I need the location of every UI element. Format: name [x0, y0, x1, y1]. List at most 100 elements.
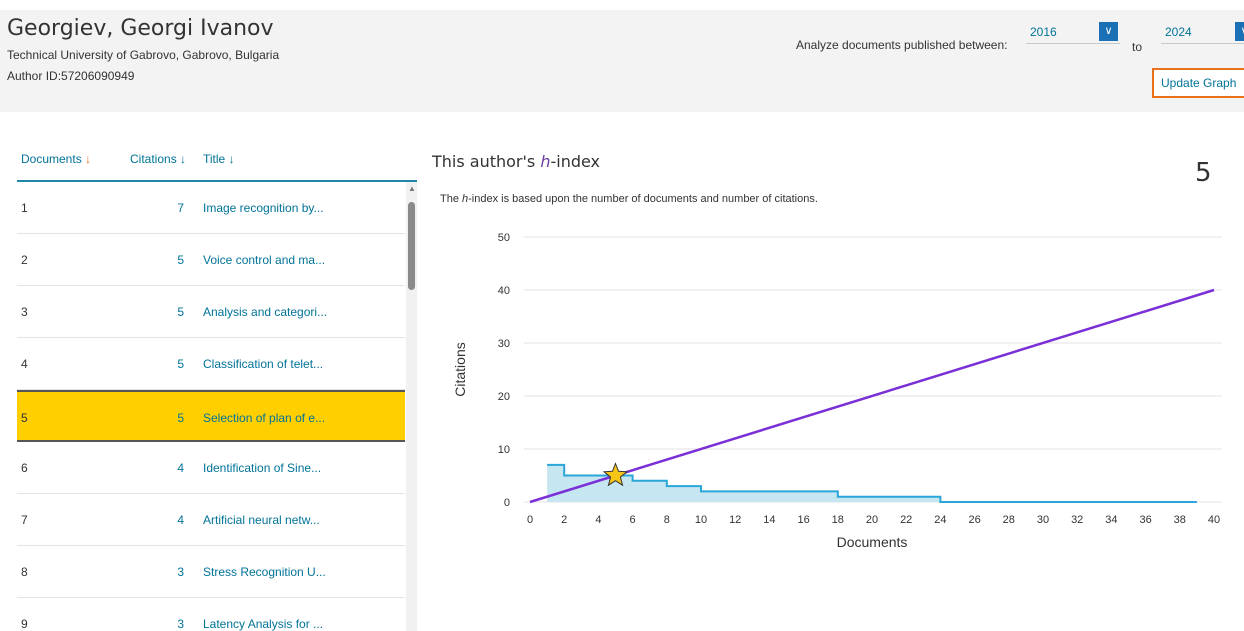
document-title-link[interactable]: Artificial neural netw... [203, 513, 320, 527]
h-index-title-suffix: -index [550, 152, 601, 171]
from-year-select[interactable]: 2016 ∨ [1026, 22, 1120, 44]
table-row[interactable]: 1 7 Image recognition by... [17, 182, 405, 234]
table-scrollbar[interactable]: ▲ ▼ [406, 182, 417, 631]
document-title-link[interactable]: Selection of plan of e... [203, 411, 325, 425]
desc-suffix: -index is based upon the number of docum… [468, 193, 818, 205]
x-tick-label: 16 [797, 514, 809, 526]
citation-count: 3 [177, 565, 184, 579]
x-tick-label: 24 [934, 514, 946, 526]
document-rank: 8 [21, 565, 28, 579]
analyze-range-label: Analyze documents published between: [796, 38, 1008, 52]
x-tick-label: 36 [1139, 514, 1151, 526]
h-index-description: The h-index is based upon the number of … [440, 193, 818, 205]
h-index-title-prefix: This author's [432, 152, 541, 171]
citation-count: 4 [177, 461, 184, 475]
x-tick-label: 38 [1174, 514, 1186, 526]
citations-header-label: Citations [130, 152, 177, 166]
document-rank: 3 [21, 305, 28, 319]
update-graph-button[interactable]: Update Graph [1152, 68, 1244, 98]
chevron-down-icon[interactable]: ∨ [1099, 22, 1118, 41]
table-row[interactable]: 2 5 Voice control and ma... [17, 234, 405, 286]
table-row[interactable]: 9 3 Latency Analysis for ... [17, 598, 405, 631]
table-rows: 9 3 Latency Analysis for ... 8 3 Stress Recog… [17, 182, 417, 631]
x-tick-label: 34 [1105, 514, 1117, 526]
author-name: Georgiev, Georgi Ivanov [7, 16, 274, 41]
to-label: to [1132, 40, 1143, 54]
y-tick-label: 20 [498, 391, 510, 403]
sort-down-arrow-icon: ↓ [85, 152, 92, 166]
sort-citations-header[interactable]: Citations ↓ [130, 152, 186, 166]
y-axis-label: Citations [452, 342, 468, 396]
table-row[interactable]: 4 5 Classification of telet... [17, 338, 405, 390]
citation-count: 5 [177, 253, 184, 267]
sort-down-arrow-icon: ↓ [180, 152, 187, 166]
sort-documents-header[interactable]: Documents ↓ [21, 152, 91, 166]
h-index-title: This author's h-index [432, 152, 600, 171]
h-index-title-h: h [540, 152, 551, 171]
y-tick-label: 30 [498, 338, 510, 350]
x-tick-label: 0 [527, 514, 533, 526]
document-title-link[interactable]: Identification of Sine... [203, 461, 321, 475]
sort-down-arrow-icon: ↓ [228, 152, 235, 166]
author-affiliation: Technical University of Gabrovo, Gabrovo… [7, 48, 280, 62]
document-title-link[interactable]: Image recognition by... [203, 201, 324, 215]
document-title-link[interactable]: Analysis and categori... [203, 305, 327, 319]
h-index-value: 5 [1195, 158, 1212, 188]
h-index-chart: 010203040500 2 4 6 8 10 12 14 16 18 20 22 24 26 28 30 32… [452, 232, 1222, 550]
document-title-link[interactable]: Classification of telet... [203, 357, 323, 371]
x-tick-label: 26 [968, 514, 980, 526]
documents-table: Documents ↓ Citations ↓ Title ↓ 9 3 Latenc… [17, 140, 417, 631]
x-tick-label: 20 [866, 514, 878, 526]
desc-prefix: The [440, 193, 463, 205]
x-axis-label: Documents [837, 534, 908, 550]
x-tick-label: 8 [664, 514, 670, 526]
document-rank: 6 [21, 461, 28, 475]
table-row[interactable]: 3 5 Analysis and categori... [17, 286, 405, 338]
document-title-link[interactable]: Voice control and ma... [203, 253, 325, 267]
citation-count: 7 [177, 201, 184, 215]
y-tick-label: 40 [498, 285, 510, 297]
table-row[interactable]: 5 5 Selection of plan of e... [17, 390, 405, 442]
x-tick-label: 28 [1003, 514, 1015, 526]
chevron-down-icon[interactable]: ∨ [1235, 22, 1244, 41]
citation-count: 5 [177, 305, 184, 319]
document-rank: 1 [21, 201, 28, 215]
document-rank: 7 [21, 513, 28, 527]
y-tick-label: 10 [498, 444, 510, 456]
x-tick-label: 32 [1071, 514, 1083, 526]
from-year-value: 2016 [1030, 25, 1057, 39]
citation-count: 5 [177, 357, 184, 371]
citation-count: 4 [177, 513, 184, 527]
to-year-select[interactable]: 2024 ∨ [1161, 22, 1244, 44]
y-tick-label: 0 [504, 497, 510, 509]
table-row[interactable]: 8 3 Stress Recognition U... [17, 546, 405, 598]
x-tick-label: 22 [900, 514, 912, 526]
document-rank: 2 [21, 253, 28, 267]
x-tick-label: 4 [595, 514, 601, 526]
scroll-up-icon[interactable]: ▲ [408, 184, 416, 193]
x-tick-label: 14 [763, 514, 775, 526]
documents-header-label: Documents [21, 152, 82, 166]
author-header: Georgiev, Georgi Ivanov Technical Univer… [0, 10, 1244, 112]
scrollbar-thumb[interactable] [408, 202, 415, 290]
x-tick-label: 6 [630, 514, 636, 526]
x-tick-label: 12 [729, 514, 741, 526]
x-tick-label: 10 [695, 514, 707, 526]
author-id: Author ID:57206090949 [7, 69, 135, 83]
x-tick-label: 18 [832, 514, 844, 526]
document-title-link[interactable]: Latency Analysis for ... [203, 617, 323, 631]
table-row[interactable]: 7 4 Artificial neural netw... [17, 494, 405, 546]
table-row[interactable]: 6 4 Identification of Sine... [17, 442, 405, 494]
sort-title-header[interactable]: Title ↓ [203, 152, 235, 166]
x-tick-label: 2 [561, 514, 567, 526]
x-tick-label: 40 [1208, 514, 1220, 526]
document-title-link[interactable]: Stress Recognition U... [203, 565, 326, 579]
x-tick-label: 30 [1037, 514, 1049, 526]
citation-count: 5 [177, 411, 184, 425]
citation-count: 3 [177, 617, 184, 631]
document-rank: 5 [21, 411, 28, 425]
document-rank: 4 [21, 357, 28, 371]
to-year-value: 2024 [1165, 25, 1192, 39]
table-header: Documents ↓ Citations ↓ Title ↓ [17, 140, 417, 182]
title-header-label: Title [203, 152, 226, 166]
